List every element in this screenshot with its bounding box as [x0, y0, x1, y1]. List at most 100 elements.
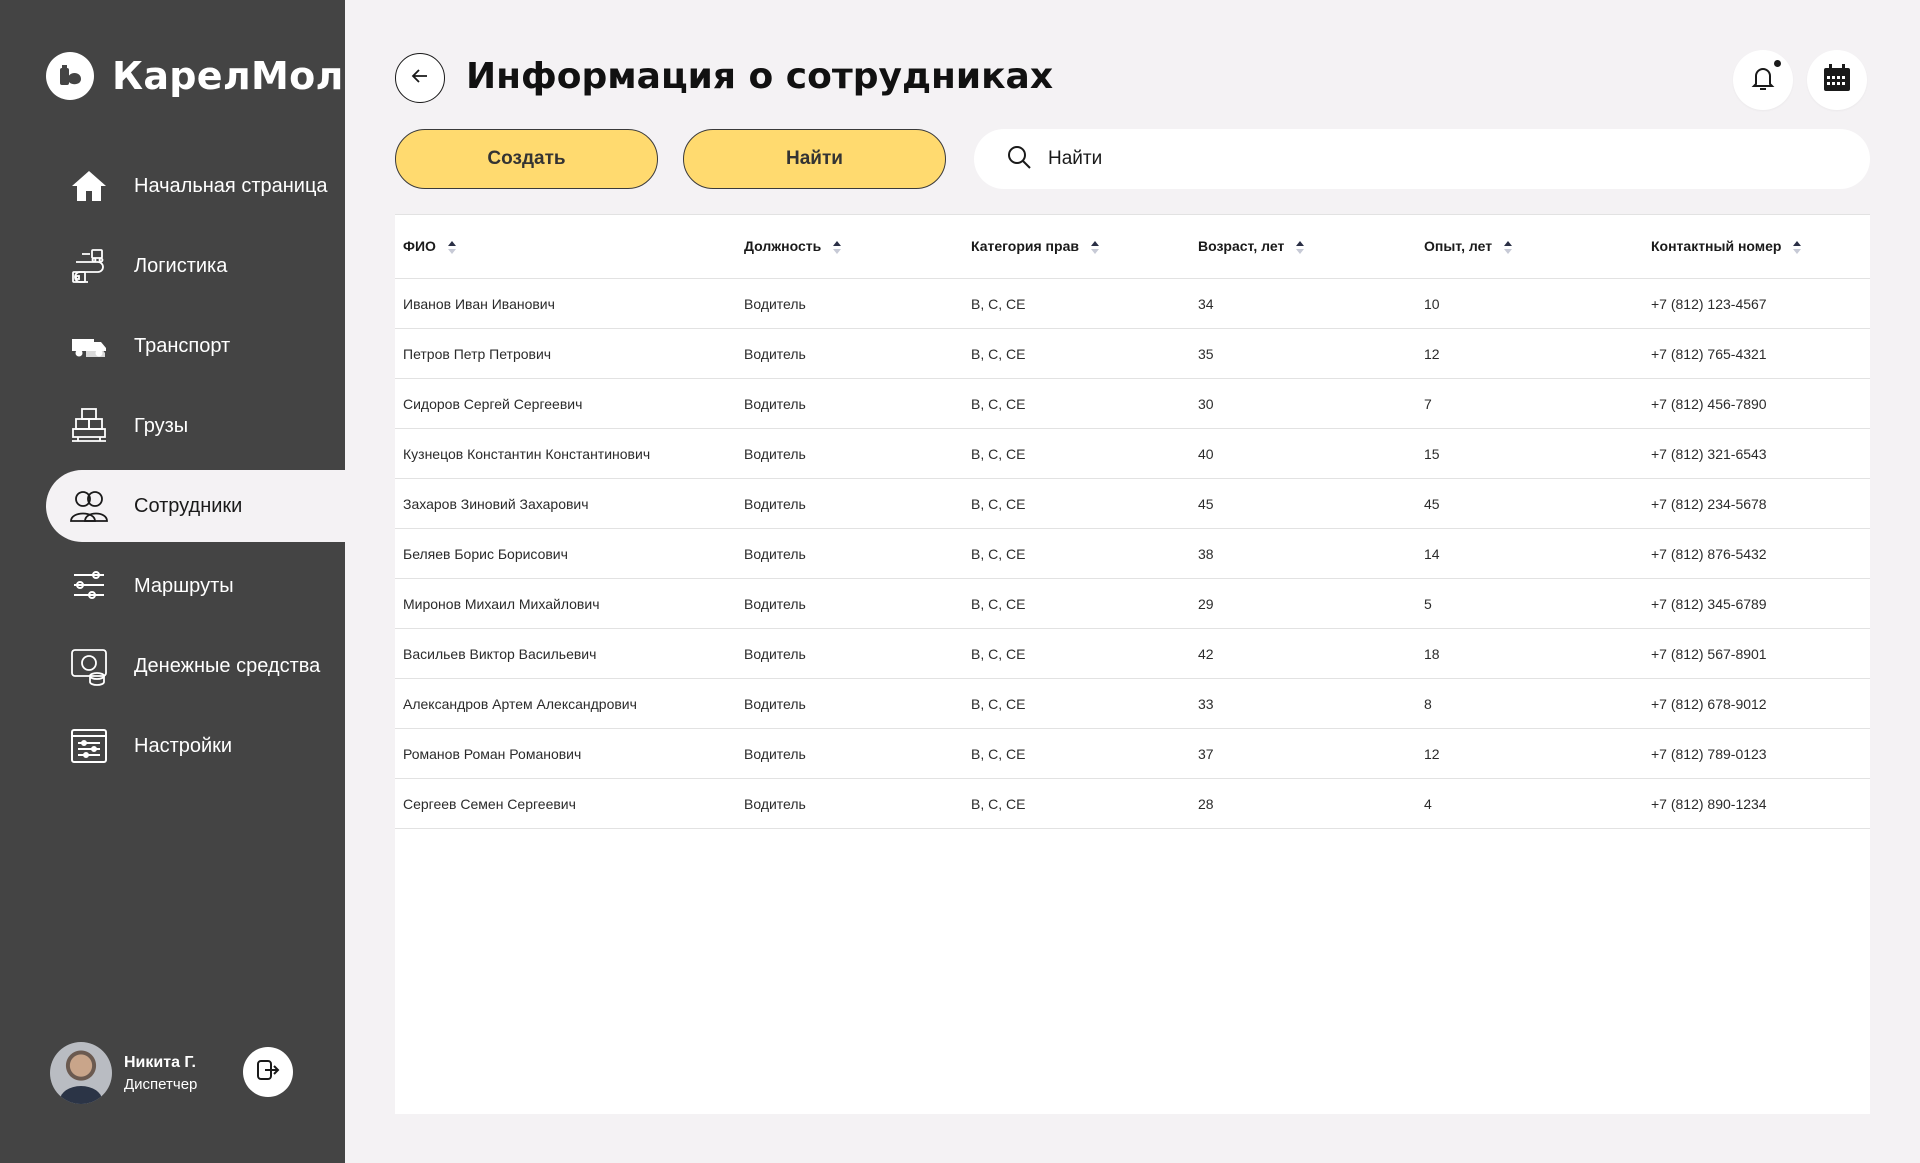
cell-age: 33 — [1198, 695, 1214, 712]
user-profile[interactable]: Никита Г. Диспетчер — [50, 1042, 197, 1104]
sidebar-item-logistics[interactable]: Логистика — [46, 230, 345, 302]
search-input[interactable] — [1048, 148, 1828, 170]
cell-phone: +7 (812) 321-6543 — [1651, 445, 1767, 462]
table-row[interactable]: Александров Артем Александрович Водитель B… — [395, 679, 1870, 729]
cell-experience: 15 — [1424, 445, 1440, 462]
sort-icon[interactable] — [1504, 240, 1513, 255]
table-row[interactable]: Сергеев Семен Сергеевич Водитель B, C, CE 2… — [395, 779, 1870, 829]
cell-position: Водитель — [744, 395, 806, 412]
cell-license: B, C, CE — [971, 395, 1026, 412]
cell-name: Петров Петр Петрович — [403, 345, 552, 362]
cell-age: 28 — [1198, 795, 1214, 812]
column-header-position[interactable]: Должность — [736, 215, 963, 279]
logistics-icon — [68, 245, 110, 287]
cell-license: B, C, CE — [971, 545, 1026, 562]
cell-phone: +7 (812) 567-8901 — [1651, 645, 1767, 662]
calendar-icon — [1821, 62, 1853, 99]
sort-icon[interactable] — [833, 240, 842, 255]
cell-license: B, C, CE — [971, 345, 1026, 362]
cell-age: 30 — [1198, 395, 1214, 412]
cell-name: Иванов Иван Иванович — [403, 295, 555, 312]
cell-license: B, C, CE — [971, 445, 1026, 462]
employees-table: ФИО Должность Категория прав Возраст, ле… — [395, 214, 1870, 829]
sidebar-item-employees[interactable]: Сотрудники — [46, 470, 345, 542]
sidebar: КарелМол Начальная страница Логистика Тр… — [0, 0, 345, 1163]
back-button[interactable] — [395, 53, 445, 103]
sort-icon[interactable] — [1090, 240, 1099, 255]
notifications-button[interactable] — [1733, 50, 1793, 110]
cell-phone: +7 (812) 876-5432 — [1651, 545, 1767, 562]
app-logo[interactable]: КарелМол — [46, 52, 344, 100]
cargo-icon — [68, 405, 110, 447]
cell-license: B, C, CE — [971, 495, 1026, 512]
bell-icon — [1748, 63, 1778, 98]
user-role: Диспетчер — [124, 1075, 198, 1093]
home-icon — [68, 165, 110, 207]
cell-phone: +7 (812) 890-1234 — [1651, 795, 1767, 812]
cell-name: Сидоров Сергей Сергеевич — [403, 395, 583, 412]
table-row[interactable]: Васильев Виктор Васильевич Водитель B, C, … — [395, 629, 1870, 679]
calendar-button[interactable] — [1807, 50, 1867, 110]
logout-icon — [255, 1057, 281, 1088]
column-header-license[interactable]: Категория прав — [963, 215, 1190, 279]
sort-icon[interactable] — [1296, 240, 1305, 255]
cell-experience: 7 — [1424, 395, 1432, 412]
table-row[interactable]: Беляев Борис Борисович Водитель B, C, CE 38… — [395, 529, 1870, 579]
logout-button[interactable] — [243, 1047, 293, 1097]
cell-age: 34 — [1198, 295, 1214, 312]
cell-age: 35 — [1198, 345, 1214, 362]
cell-name: Кузнецов Константин Константинович — [403, 445, 651, 462]
sidebar-item-label: Грузы — [134, 414, 189, 437]
cell-phone: +7 (812) 789-0123 — [1651, 745, 1767, 762]
cell-experience: 45 — [1424, 495, 1440, 512]
sidebar-item-cargo[interactable]: Грузы — [46, 390, 345, 462]
cell-age: 45 — [1198, 495, 1214, 512]
sidebar-item-label: Денежные средства — [134, 654, 321, 677]
cell-phone: +7 (812) 234-5678 — [1651, 495, 1767, 512]
sort-icon[interactable] — [447, 240, 456, 255]
cell-position: Водитель — [744, 695, 806, 712]
cell-name: Васильев Виктор Васильевич — [403, 645, 597, 662]
table-row[interactable]: Миронов Михаил Михайлович Водитель B, C, C… — [395, 579, 1870, 629]
table-row[interactable]: Кузнецов Константин Константинович Водите… — [395, 429, 1870, 479]
cell-age: 42 — [1198, 645, 1214, 662]
column-header-experience[interactable]: Опыт, лет — [1416, 215, 1643, 279]
sidebar-item-transport[interactable]: Транспорт — [46, 310, 345, 382]
cell-phone: +7 (812) 765-4321 — [1651, 345, 1767, 362]
sidebar-item-settings[interactable]: Настройки — [46, 710, 345, 782]
create-button[interactable]: Создать — [395, 129, 658, 189]
cell-name: Захаров Зиновий Захарович — [403, 495, 589, 512]
sidebar-item-money[interactable]: Денежные средства — [46, 630, 345, 702]
sidebar-item-home[interactable]: Начальная страница — [46, 150, 345, 222]
sort-icon[interactable] — [1793, 240, 1802, 255]
truck-icon — [68, 325, 110, 367]
cell-age: 40 — [1198, 445, 1214, 462]
find-button[interactable]: Найти — [683, 129, 946, 189]
table-row[interactable]: Сидоров Сергей Сергеевич Водитель B, C, CE… — [395, 379, 1870, 429]
table-row[interactable]: Петров Петр Петрович Водитель B, C, CE 35 12… — [395, 329, 1870, 379]
avatar — [50, 1042, 112, 1104]
table-row[interactable]: Иванов Иван Иванович Водитель B, C, CE 34 10… — [395, 279, 1870, 329]
money-icon — [68, 645, 110, 687]
sidebar-item-routes[interactable]: Маршруты — [46, 550, 345, 622]
cell-experience: 18 — [1424, 645, 1440, 662]
table-row[interactable]: Романов Роман Романович Водитель B, C, CE 3… — [395, 729, 1870, 779]
column-header-name[interactable]: ФИО — [395, 215, 736, 279]
column-header-age[interactable]: Возраст, лет — [1190, 215, 1416, 279]
cell-position: Водитель — [744, 345, 806, 362]
routes-icon — [68, 565, 110, 607]
employees-table-card: ФИО Должность Категория прав Возраст, ле… — [395, 214, 1870, 1114]
cell-name: Сергеев Семен Сергеевич — [403, 795, 576, 812]
cell-name: Романов Роман Романович — [403, 745, 582, 762]
user-name: Никита Г. — [124, 1053, 196, 1071]
cell-position: Водитель — [744, 545, 806, 562]
column-header-phone[interactable]: Контактный номер — [1643, 215, 1870, 279]
sidebar-item-label: Настройки — [134, 734, 233, 757]
cell-experience: 12 — [1424, 345, 1440, 362]
cell-age: 37 — [1198, 745, 1214, 762]
cell-position: Водитель — [744, 295, 806, 312]
table-row[interactable]: Захаров Зиновий Захарович Водитель B, C, C… — [395, 479, 1870, 529]
cell-license: B, C, CE — [971, 695, 1026, 712]
cell-experience: 12 — [1424, 745, 1440, 762]
cell-position: Водитель — [744, 445, 806, 462]
